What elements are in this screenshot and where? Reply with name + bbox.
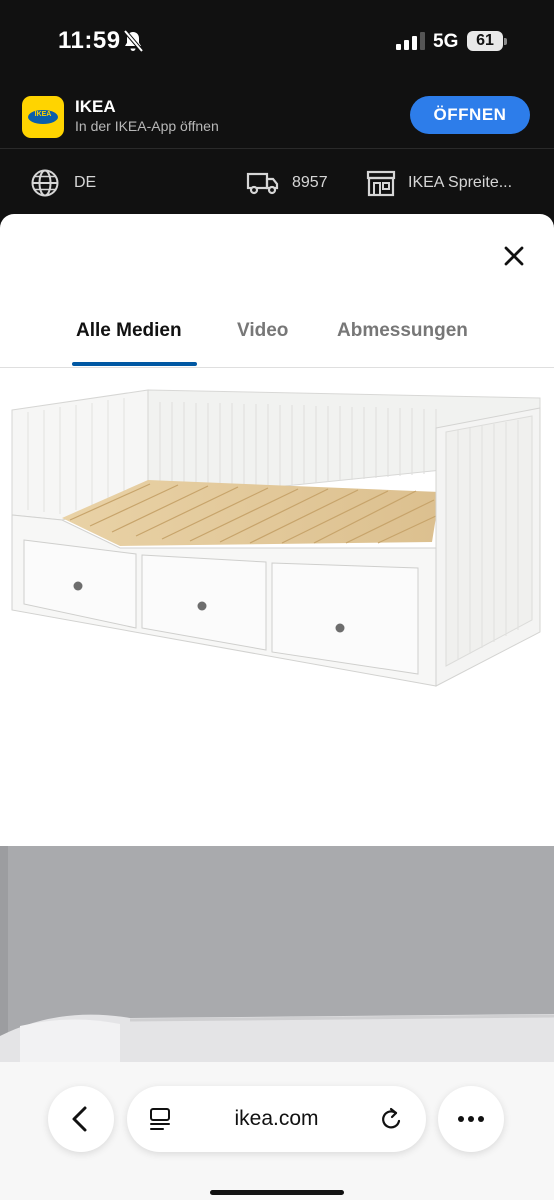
status-time: 11:59 bbox=[58, 27, 121, 54]
network-type: 5G bbox=[433, 31, 459, 52]
daybed-illustration bbox=[11, 389, 541, 687]
language-selector[interactable]: DE bbox=[74, 174, 96, 192]
more-button[interactable] bbox=[438, 1086, 504, 1152]
store-selector[interactable]: IKEA Spreite... bbox=[408, 174, 548, 192]
browser-toolbar: ikea.com bbox=[0, 1062, 554, 1200]
tab-alle-medien[interactable]: Alle Medien bbox=[76, 320, 182, 342]
signal-icon bbox=[396, 32, 425, 50]
open-app-button[interactable]: ÖFFNEN bbox=[410, 96, 530, 134]
battery-level: 61 bbox=[476, 32, 494, 49]
smart-app-banner: IKEA IKEA In der IKEA-App öffnen ÖFFNEN bbox=[0, 84, 554, 148]
media-tabs: Alle Medien Video Abmessungen bbox=[0, 310, 554, 368]
tab-video[interactable]: Video bbox=[237, 320, 288, 342]
more-icon bbox=[458, 1116, 484, 1122]
logo-text: IKEA bbox=[34, 111, 52, 118]
ikea-header-bar: DE 8957 IKEA Spreite... bbox=[0, 148, 554, 214]
close-icon[interactable] bbox=[498, 240, 530, 272]
address-bar[interactable]: ikea.com bbox=[127, 1086, 426, 1152]
battery-icon: 61 bbox=[467, 31, 507, 51]
ikea-app-logo[interactable]: IKEA bbox=[22, 96, 64, 138]
store-icon[interactable] bbox=[366, 169, 396, 197]
product-image-daybed[interactable] bbox=[0, 370, 554, 846]
active-tab-indicator bbox=[72, 362, 197, 366]
globe-icon[interactable] bbox=[30, 168, 60, 198]
delivery-zip[interactable]: 8957 bbox=[292, 174, 328, 192]
media-sheet: Alle Medien Video Abmessungen bbox=[0, 214, 554, 1200]
truck-icon[interactable] bbox=[246, 170, 280, 196]
home-indicator bbox=[210, 1190, 344, 1195]
status-bar: 11:59 5G 61 bbox=[0, 0, 554, 84]
app-subtitle: In der IKEA-App öffnen bbox=[75, 118, 219, 134]
app-name: IKEA bbox=[75, 97, 116, 116]
product-image-lifestyle[interactable] bbox=[0, 846, 554, 1062]
tab-abmessungen[interactable]: Abmessungen bbox=[337, 320, 468, 342]
reload-icon[interactable] bbox=[379, 1106, 405, 1132]
back-button[interactable] bbox=[48, 1086, 114, 1152]
back-icon bbox=[72, 1106, 87, 1132]
lifestyle-illustration bbox=[0, 846, 554, 1062]
bell-off-icon bbox=[123, 29, 144, 53]
